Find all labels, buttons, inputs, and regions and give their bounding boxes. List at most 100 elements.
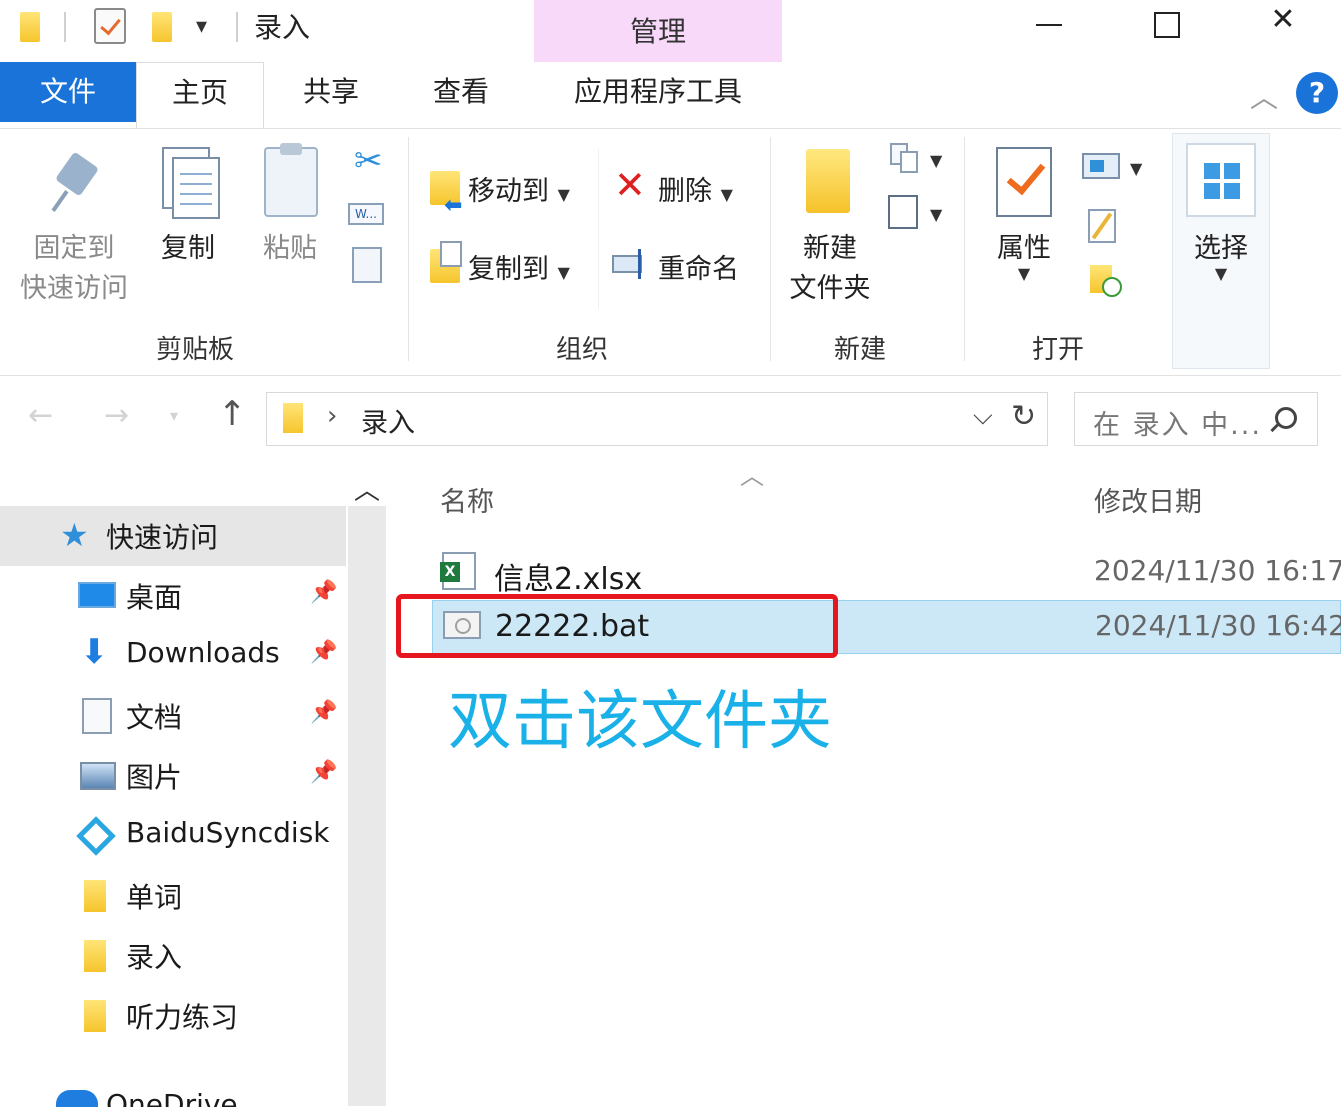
paste-icon[interactable]: [264, 143, 318, 217]
delete-label: 删除: [658, 176, 712, 207]
tab-app-tools[interactable]: 应用程序工具: [534, 62, 782, 122]
sidebar-item-label: 桌面: [126, 581, 183, 614]
ribbon: 固定到 快速访问 复制 粘贴 ✂ W... 剪贴板 ⬅ 移动到 ▼ 复制到 ▼ …: [0, 128, 1341, 376]
divider: [598, 149, 599, 309]
folder-icon: [84, 1000, 106, 1032]
excel-file-icon: X: [440, 552, 476, 590]
tab-file[interactable]: 文件: [0, 62, 136, 122]
copy-to-label: 复制到: [468, 254, 549, 285]
history-icon[interactable]: [1090, 265, 1124, 299]
paste-button[interactable]: 粘贴: [252, 229, 328, 269]
caret-down-icon: ▼: [557, 185, 570, 204]
sidebar-item-baidusyncdisk[interactable]: BaiduSyncdisk: [0, 806, 346, 866]
caret-down-icon[interactable]: ▼: [1130, 159, 1142, 178]
breadcrumb-chevron-icon[interactable]: ›: [327, 401, 337, 431]
sidebar-item-desktop[interactable]: 桌面 📌: [0, 566, 346, 626]
quick-access-dropdown-icon[interactable]: ▾: [196, 14, 207, 39]
move-to-button[interactable]: 移动到 ▼: [468, 169, 570, 208]
pin-icon[interactable]: 📌: [310, 640, 337, 665]
column-header-name[interactable]: 名称: [440, 480, 494, 519]
forward-arrow-icon[interactable]: →: [104, 398, 129, 433]
minimize-button[interactable]: [1024, 6, 1074, 46]
group-label-organize: 组织: [556, 335, 609, 365]
properties-button[interactable]: 属性 ▼: [984, 229, 1064, 282]
copy-to-doc-icon: [440, 241, 462, 267]
search-input[interactable]: 在 录入 中...: [1074, 392, 1318, 446]
caret-down-icon: ▼: [557, 263, 570, 282]
breadcrumb[interactable]: 录入: [361, 401, 415, 440]
tab-home[interactable]: 主页: [136, 62, 264, 128]
refresh-icon[interactable]: ↻: [1011, 399, 1036, 434]
sidebar-item-onedrive[interactable]: OneDrive: [0, 1076, 346, 1107]
up-arrow-icon[interactable]: ↑: [218, 394, 247, 434]
ribbon-tabs: 文件 主页 共享 查看 应用程序工具 ︿ ?: [0, 62, 1341, 128]
sidebar-item-documents[interactable]: 文档 📌: [0, 686, 346, 746]
new-item-icon[interactable]: [890, 143, 924, 173]
address-bar[interactable]: › 录入 ⌵ ↻: [266, 392, 1048, 446]
picture-icon: [80, 762, 116, 790]
folder-icon[interactable]: [20, 12, 40, 42]
copy-path-icon[interactable]: W...: [348, 203, 384, 225]
properties-check-icon[interactable]: [94, 8, 126, 44]
paste-shortcut-icon[interactable]: [352, 247, 382, 283]
new-folder-quick-icon[interactable]: [152, 12, 172, 42]
pin-icon[interactable]: 📌: [310, 760, 337, 785]
select-label: 选择: [1194, 233, 1248, 264]
sidebar-item-pictures[interactable]: 图片 📌: [0, 746, 346, 806]
sidebar-item-label: 图片: [126, 761, 183, 794]
copy-to-button[interactable]: 复制到 ▼: [468, 247, 570, 286]
sidebar-item-words[interactable]: 单词: [0, 866, 346, 926]
highlight-annotation-box: [396, 594, 838, 658]
copy-button[interactable]: 复制: [150, 229, 226, 269]
toolbar-divider: [236, 12, 238, 42]
recent-locations-icon[interactable]: ▾: [170, 406, 178, 425]
pin-icon[interactable]: 📌: [310, 580, 337, 605]
maximize-button[interactable]: [1140, 6, 1190, 46]
search-placeholder: 在 录入 中...: [1093, 410, 1262, 441]
search-icon[interactable]: [1275, 407, 1297, 429]
rename-icon[interactable]: [612, 249, 652, 279]
delete-button[interactable]: 删除 ▼: [658, 169, 733, 208]
scroll-up-icon[interactable]: ︿: [354, 470, 380, 507]
new-folder-button[interactable]: 新建 文件夹: [778, 229, 882, 309]
scrollbar[interactable]: [348, 506, 386, 1106]
open-icon[interactable]: [1082, 153, 1120, 179]
help-icon[interactable]: ?: [1296, 72, 1338, 114]
rename-button[interactable]: 重命名: [658, 247, 739, 286]
pin-label-line2: 快速访问: [20, 273, 128, 304]
download-arrow-icon: ⬇: [80, 632, 109, 672]
edit-icon[interactable]: [1088, 209, 1116, 243]
column-header-date[interactable]: 修改日期: [1094, 480, 1202, 519]
chevron-down-icon[interactable]: ⌵: [973, 401, 993, 432]
pin-quick-access-button[interactable]: 固定到 快速访问: [14, 229, 134, 309]
select-button[interactable]: 选择 ▼: [1180, 229, 1262, 282]
select-grid-icon[interactable]: [1186, 143, 1256, 217]
sidebar-item-label: 听力练习: [126, 1001, 239, 1034]
sidebar-item-downloads[interactable]: ⬇ Downloads 📌: [0, 626, 346, 686]
tab-view[interactable]: 查看: [398, 62, 524, 122]
close-button[interactable]: ✕: [1258, 2, 1308, 42]
new-folder-label-line1: 新建: [803, 233, 857, 264]
caret-down-icon[interactable]: ▼: [930, 151, 942, 170]
tab-share[interactable]: 共享: [268, 62, 394, 122]
easy-access-icon[interactable]: [888, 195, 918, 229]
pin-icon[interactable]: [44, 151, 104, 215]
tab-manage[interactable]: 管理: [534, 0, 782, 62]
back-arrow-icon[interactable]: ←: [28, 398, 53, 433]
navigation-pane: ︿ ★ 快速访问 桌面 📌 ⬇ Downloads 📌 文档 📌 图片 📌 Ba…: [0, 466, 388, 1107]
arrow-left-icon: ⬅: [444, 193, 463, 218]
sidebar-item-quick-access[interactable]: ★ 快速访问: [0, 506, 346, 566]
table-row[interactable]: X 信息2.xlsx 2024/11/30 16:17: [432, 546, 1341, 600]
file-name: 信息2.xlsx: [494, 562, 643, 597]
sidebar-item-luru[interactable]: 录入: [0, 926, 346, 986]
cloud-icon: [56, 1090, 98, 1107]
delete-x-icon[interactable]: ✕: [614, 163, 646, 207]
new-folder-icon[interactable]: [806, 149, 850, 213]
caret-down-icon[interactable]: ▼: [930, 205, 942, 224]
scissors-icon[interactable]: ✂: [354, 141, 383, 181]
properties-icon[interactable]: [996, 147, 1052, 217]
chevron-up-icon[interactable]: ︿: [1250, 76, 1278, 116]
sidebar-item-listening[interactable]: 听力练习: [0, 986, 346, 1046]
properties-label: 属性: [997, 233, 1051, 264]
pin-icon[interactable]: 📌: [310, 700, 337, 725]
